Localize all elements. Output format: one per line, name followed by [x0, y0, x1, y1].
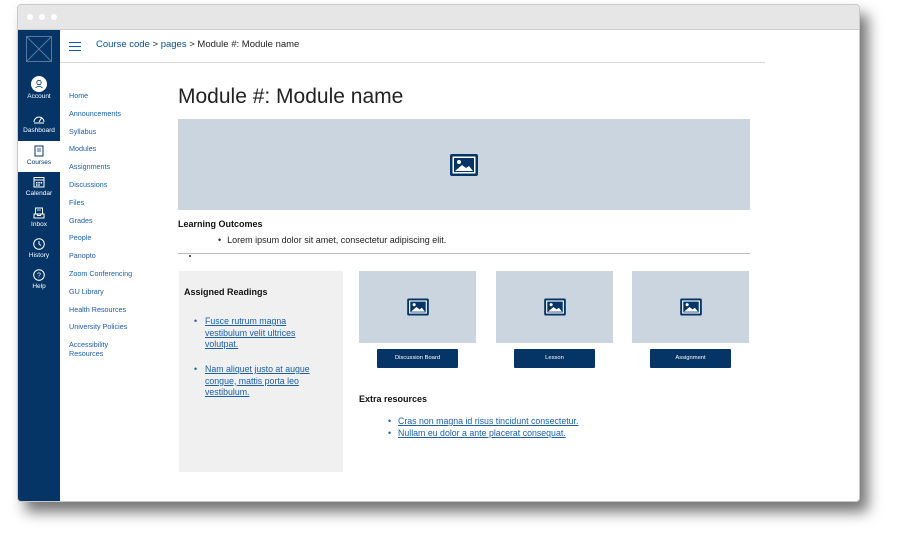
window-zoom-dot[interactable] [51, 14, 57, 20]
hamburger-menu-icon[interactable] [69, 42, 81, 54]
learning-outcome-text: Lorem ipsum dolor sit amet, consectetur … [227, 235, 447, 245]
course-nav-assignments[interactable]: Assignments [69, 162, 154, 171]
global-nav-calendar[interactable]: Calendar [18, 175, 60, 197]
reading-item: • Nam aliquet justo at augue congue, mat… [194, 364, 325, 399]
course-nav-health-resources[interactable]: Health Resources [69, 305, 154, 314]
extra-resource-item: • Cras non magna id risus tincidunt cons… [388, 416, 578, 426]
course-nav-panopto[interactable]: Panopto [69, 251, 154, 260]
reading-link[interactable]: Nam aliquet justo at augue congue, matti… [205, 364, 310, 397]
breadcrumb-pages-link[interactable]: pages [161, 39, 187, 50]
course-nav-syllabus[interactable]: Syllabus [69, 127, 154, 136]
inbox-icon [33, 207, 45, 219]
global-nav-account[interactable]: Account [18, 76, 60, 100]
global-nav: Account Dashboard Courses Calendar Inbox… [18, 30, 60, 501]
course-nav-modules[interactable]: Modules [69, 144, 154, 153]
course-nav-grades[interactable]: Grades [69, 216, 154, 225]
global-nav-history[interactable]: History [18, 237, 60, 259]
bullet-icon: • [388, 416, 392, 426]
learning-outcomes-heading: Learning Outcomes [178, 219, 263, 229]
discussion-board-button[interactable]: Discussion Board [377, 349, 458, 368]
history-icon [33, 238, 45, 250]
global-nav-label: Help [32, 283, 46, 290]
card-image-placeholder [496, 271, 613, 343]
global-nav-label: History [28, 252, 50, 259]
assignment-button[interactable]: Assignment [650, 349, 731, 368]
global-nav-dashboard[interactable]: Dashboard [18, 112, 60, 134]
global-nav-label: Courses [26, 159, 52, 166]
help-icon: ? [33, 269, 45, 281]
courses-icon [34, 145, 44, 157]
course-nav-library[interactable]: GU Library [69, 287, 154, 296]
window-minimize-dot[interactable] [39, 14, 45, 20]
bullet-icon: • [388, 428, 392, 438]
section-divider [178, 253, 750, 254]
global-nav-inbox[interactable]: Inbox [18, 206, 60, 228]
assigned-readings-panel: Assigned Readings • Fusce rutrum magna v… [179, 271, 343, 472]
course-nav: Home Announcements Syllabus Modules Assi… [69, 91, 154, 358]
image-icon [406, 298, 429, 316]
reading-link[interactable]: Fusce rutrum magna vestibulum velit ultr… [205, 316, 295, 349]
window-close-dot[interactable] [27, 14, 33, 20]
global-nav-label: Inbox [31, 221, 47, 228]
extra-resources-heading: Extra resources [359, 394, 428, 404]
dashboard-icon [33, 116, 45, 124]
bullet-icon: • [194, 316, 198, 326]
lesson-button[interactable]: Lesson [514, 349, 595, 368]
global-nav-courses[interactable]: Courses [18, 141, 60, 172]
course-nav-discussions[interactable]: Discussions [69, 180, 154, 189]
page-title: Module #: Module name [178, 85, 404, 108]
course-nav-university-policies[interactable]: University Policies [69, 322, 154, 331]
global-nav-label: Dashboard [23, 127, 55, 134]
bullet-dot-icon [189, 255, 191, 257]
card-image-placeholder [359, 271, 476, 343]
course-nav-accessibility-resources[interactable]: Accessibility Resources [69, 340, 121, 358]
assigned-readings-heading: Assigned Readings [184, 287, 268, 297]
reading-item: • Fusce rutrum magna vestibulum velit ul… [194, 316, 325, 351]
svg-text:?: ? [37, 273, 41, 280]
breadcrumb-course-link[interactable]: Course code [96, 39, 150, 50]
course-nav-files[interactable]: Files [69, 198, 154, 207]
global-nav-label: Account [27, 93, 51, 100]
extra-resource-link[interactable]: Cras non magna id risus tincidunt consec… [398, 416, 578, 426]
browser-window: Account Dashboard Courses Calendar Inbox… [17, 4, 860, 502]
bullet-icon: • [194, 364, 198, 374]
course-nav-people[interactable]: People [69, 233, 154, 242]
hero-image-placeholder [178, 119, 750, 210]
card-image-placeholder [632, 271, 749, 343]
image-icon [543, 298, 566, 316]
global-nav-help[interactable]: ? Help [18, 268, 60, 290]
account-icon [31, 76, 47, 92]
course-nav-zoom[interactable]: Zoom Conferencing [69, 269, 154, 278]
breadcrumb-separator: > [149, 39, 161, 50]
extra-resource-item: • Nullam eu dolor a ante placerat conseq… [388, 428, 566, 438]
course-nav-home[interactable]: Home [69, 91, 154, 100]
image-icon [450, 153, 478, 176]
learning-outcome-item: • Lorem ipsum dolor sit amet, consectetur… [218, 235, 446, 245]
image-icon [679, 298, 702, 316]
breadcrumb-separator: > [186, 39, 198, 50]
bullet-icon: • [218, 235, 222, 245]
window-titlebar [18, 5, 859, 30]
logo-placeholder-icon[interactable] [26, 36, 52, 62]
breadcrumb: Course code > pages > Module #: Module n… [96, 39, 299, 50]
global-nav-label: Calendar [25, 190, 53, 197]
breadcrumb-current: Module #: Module name [197, 39, 300, 50]
course-nav-announcements[interactable]: Announcements [69, 109, 154, 118]
extra-resource-link[interactable]: Nullam eu dolor a ante placerat consequa… [398, 428, 566, 438]
top-bar: Course code > pages > Module #: Module n… [60, 30, 765, 63]
calendar-icon [33, 177, 45, 188]
